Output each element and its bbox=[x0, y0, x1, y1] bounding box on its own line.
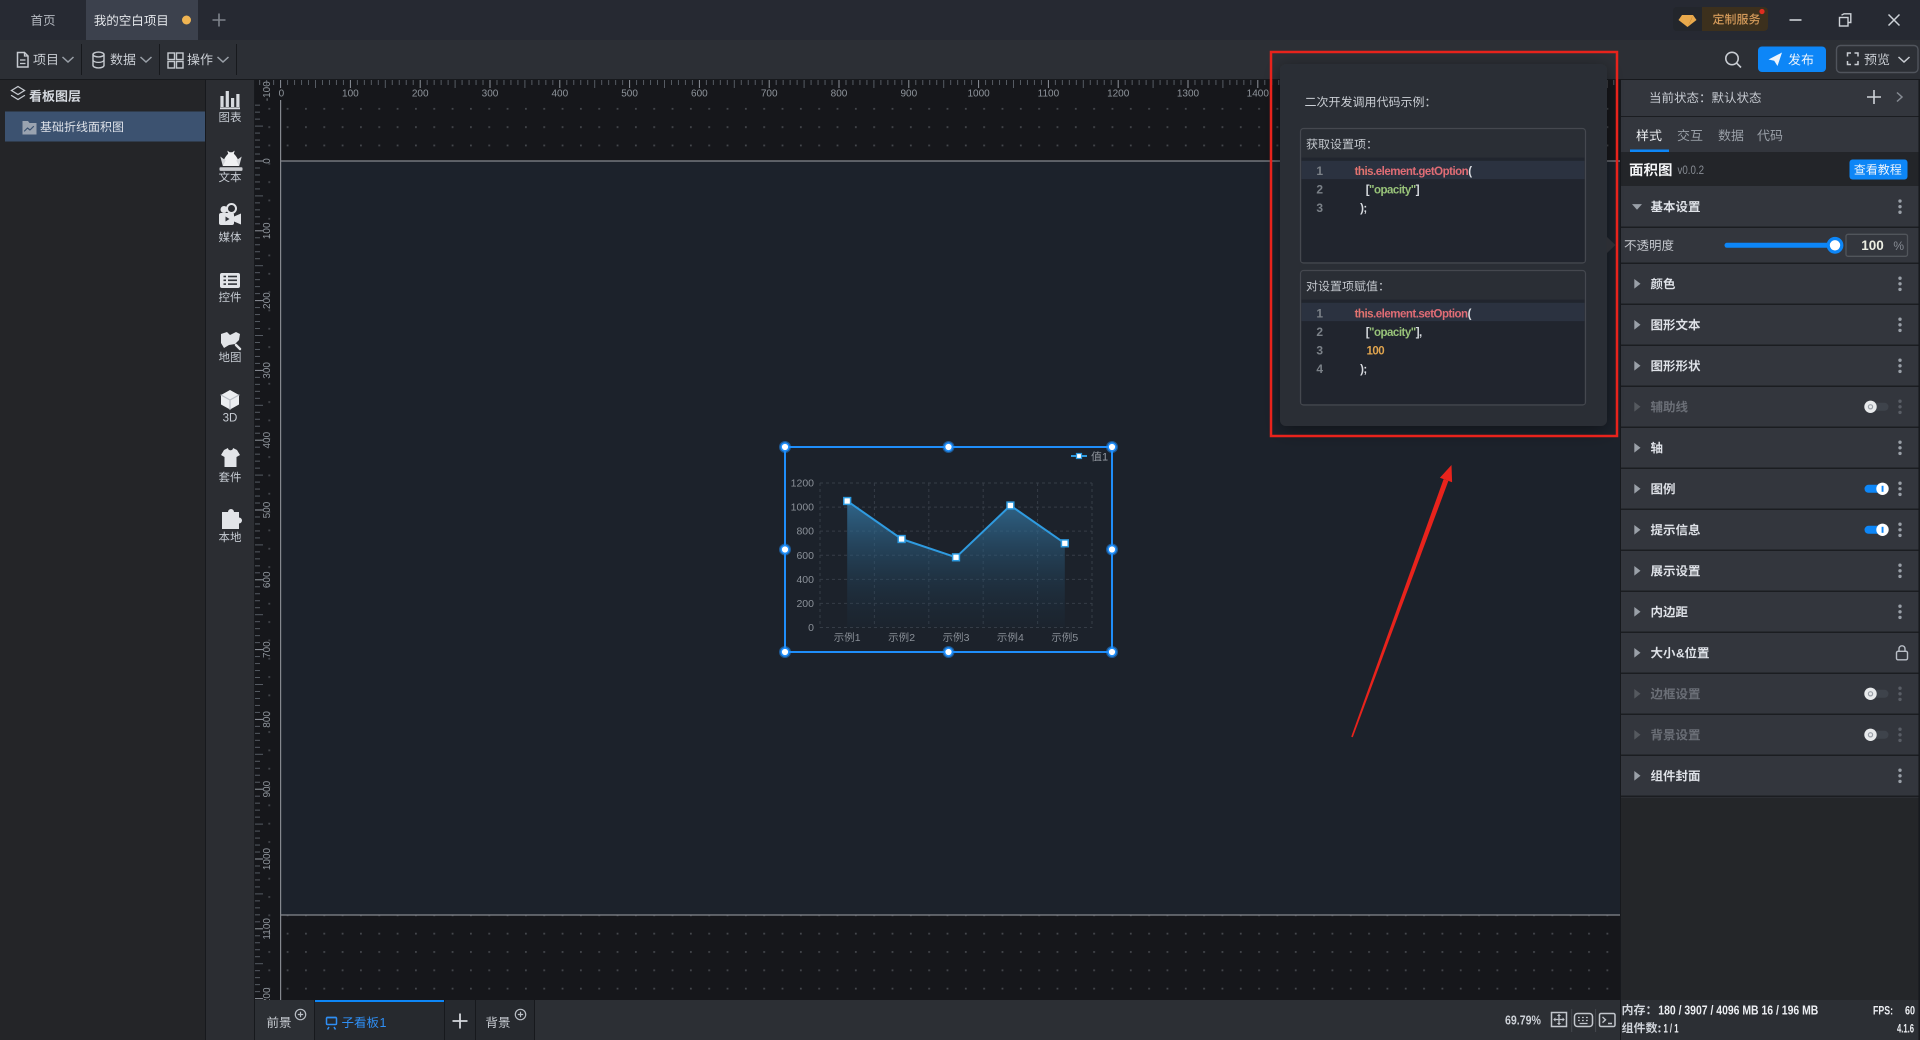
svg-text:3: 3 bbox=[964, 632, 970, 644]
svg-text:3: 3 bbox=[1316, 201, 1323, 215]
svg-text:1: 1 bbox=[855, 632, 861, 644]
svg-text:400: 400 bbox=[796, 574, 814, 586]
svg-text:1000: 1000 bbox=[967, 89, 990, 100]
svg-text:700: 700 bbox=[761, 89, 778, 100]
svg-text:180 / 3907 / 4096 MB 16 / 196: 180 / 3907 / 4096 MB 16 / 196 MB bbox=[1658, 1003, 1818, 1017]
svg-text:200: 200 bbox=[262, 292, 273, 309]
svg-text:800: 800 bbox=[262, 711, 273, 728]
svg-text:100: 100 bbox=[262, 222, 273, 239]
svg-text:800: 800 bbox=[796, 526, 814, 538]
svg-text:300: 300 bbox=[482, 89, 499, 100]
svg-text:100: 100 bbox=[1367, 345, 1385, 357]
svg-text:200: 200 bbox=[796, 598, 814, 610]
svg-text:1000: 1000 bbox=[262, 847, 273, 870]
svg-text:800: 800 bbox=[831, 89, 848, 100]
svg-text:200: 200 bbox=[412, 89, 429, 100]
svg-text:["opacity"],: ["opacity"], bbox=[1366, 327, 1422, 339]
svg-text:-100: -100 bbox=[262, 81, 273, 101]
svg-text:this.element.getOption(: this.element.getOption( bbox=[1355, 166, 1473, 178]
svg-text:1 / 1: 1 / 1 bbox=[1664, 1021, 1679, 1035]
svg-text:300: 300 bbox=[262, 362, 273, 379]
svg-text:1000: 1000 bbox=[791, 502, 815, 514]
svg-text:0: 0 bbox=[279, 89, 285, 100]
svg-text:1200: 1200 bbox=[1107, 89, 1130, 100]
svg-text:100: 100 bbox=[1861, 238, 1884, 253]
svg-text:1400: 1400 bbox=[1247, 89, 1270, 100]
svg-text:500: 500 bbox=[621, 89, 638, 100]
svg-text:700: 700 bbox=[262, 641, 273, 658]
svg-text:2: 2 bbox=[1316, 182, 1323, 196]
svg-text:1300: 1300 bbox=[1177, 89, 1200, 100]
svg-text:4: 4 bbox=[1018, 632, 1024, 644]
svg-text:3: 3 bbox=[1316, 343, 1323, 357]
svg-text:1100: 1100 bbox=[262, 918, 273, 940]
svg-text:600: 600 bbox=[796, 550, 814, 562]
svg-text:%: % bbox=[1893, 239, 1904, 253]
svg-text:&: & bbox=[1676, 646, 1685, 660]
svg-text:600: 600 bbox=[262, 571, 273, 588]
svg-text:);: ); bbox=[1360, 203, 1367, 215]
svg-text:1: 1 bbox=[1316, 164, 1323, 178]
svg-text:v0.0.2: v0.0.2 bbox=[1678, 165, 1705, 177]
svg-text:600: 600 bbox=[691, 89, 708, 100]
svg-text:1200: 1200 bbox=[791, 478, 815, 490]
svg-text:900: 900 bbox=[900, 89, 917, 100]
svg-text:1: 1 bbox=[1102, 452, 1108, 464]
svg-text:FPS:: FPS: bbox=[1873, 1003, 1893, 1017]
svg-text:2: 2 bbox=[909, 632, 915, 644]
svg-text:1100: 1100 bbox=[1038, 89, 1060, 100]
svg-text:0: 0 bbox=[262, 158, 273, 164]
svg-text:3D: 3D bbox=[223, 413, 238, 425]
svg-text:["opacity"]: ["opacity"] bbox=[1366, 184, 1420, 196]
svg-text:);: ); bbox=[1360, 364, 1367, 376]
svg-text:69.79%: 69.79% bbox=[1505, 1012, 1541, 1027]
svg-text:this.element.setOption(: this.element.setOption( bbox=[1355, 308, 1472, 320]
svg-text:1: 1 bbox=[1316, 306, 1323, 320]
svg-text:900: 900 bbox=[262, 780, 273, 797]
svg-text:400: 400 bbox=[262, 431, 273, 448]
svg-text:500: 500 bbox=[262, 501, 273, 518]
svg-text:4: 4 bbox=[1316, 362, 1323, 376]
svg-text:2: 2 bbox=[1316, 325, 1323, 339]
svg-text:100: 100 bbox=[342, 89, 359, 100]
svg-text:400: 400 bbox=[551, 89, 568, 100]
svg-text:5: 5 bbox=[1072, 632, 1078, 644]
svg-text:60: 60 bbox=[1905, 1003, 1915, 1017]
svg-text:1: 1 bbox=[380, 1016, 387, 1030]
svg-text:4.1.6: 4.1.6 bbox=[1897, 1021, 1914, 1035]
svg-text:0: 0 bbox=[808, 622, 814, 634]
